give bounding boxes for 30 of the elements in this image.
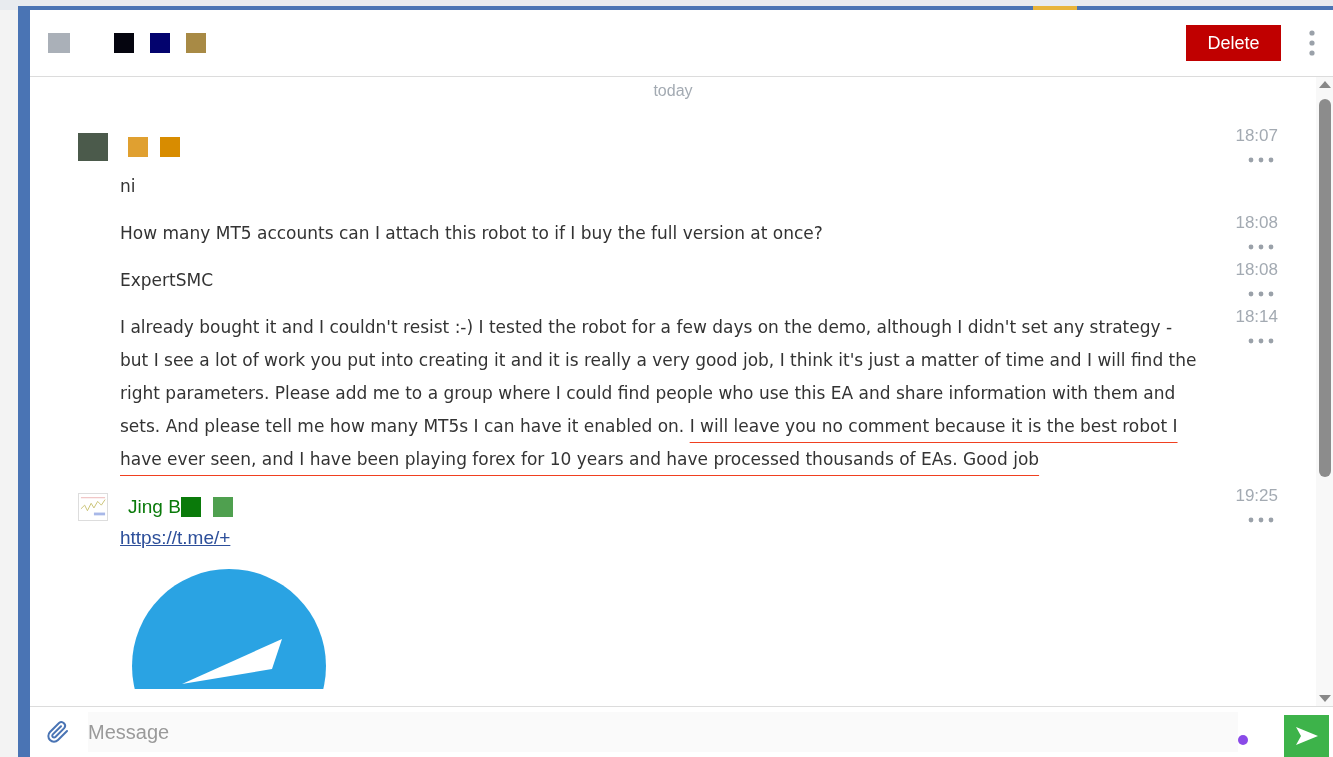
paperclip-icon[interactable] [46,720,70,744]
telegram-link[interactable]: https://t.me/+ [120,527,231,548]
scroll-thumb[interactable] [1318,99,1331,477]
message-text: ExpertSMC [120,269,215,292]
message-time: 18:08 [1235,259,1278,281]
message-text: ni [120,175,137,198]
delete-button[interactable]: Delete [1186,25,1281,61]
avatar-chart-drawing [78,493,108,521]
scroll-down-icon[interactable] [1317,694,1332,704]
message-time: 18:07 [1235,125,1278,147]
message-text: How many MT5 accounts can I attach this robot to if I buy the full version at once? [120,222,824,245]
progress-indicator [1033,6,1077,10]
message-input[interactable]: Message [88,712,1238,752]
more-icon[interactable] [1248,157,1274,163]
message-time: 18:14 [1235,306,1278,328]
avatar-photo-placeholder [78,133,108,161]
message-text: I already bought it and I couldn't resist :-) I tested the robot for a few days on the demo, although I didn't set any strategy - but I see a lot of work you put into creating it and it is really a very good job, I think it's just a matter of time and I will find the right parameters. Please add me to a group where I could find people who use this EA and share information with them and sets. And please tell me how many MT5s I can have it enabled on. I will leave you no comment because it is the best robot I have ever seen, and I have been playing forex for 10 years and have processed thousands of EAs. Good job [120,316,1198,471]
more-icon[interactable] [1248,517,1274,523]
date-divider: today [653,81,693,101]
more-icon[interactable] [1248,244,1274,250]
more-icon[interactable] [1248,291,1274,297]
scrollbar[interactable] [1316,77,1333,706]
message-time: 19:25 [1235,485,1278,507]
author-name: Jing B [128,494,181,519]
scroll-up-icon[interactable] [1317,79,1332,89]
message-time: 18:08 [1235,212,1278,234]
more-icon[interactable] [1248,338,1274,344]
more-vertical-icon[interactable] [1309,30,1315,56]
send-button[interactable] [1284,714,1329,757]
send-icon [1294,726,1319,746]
